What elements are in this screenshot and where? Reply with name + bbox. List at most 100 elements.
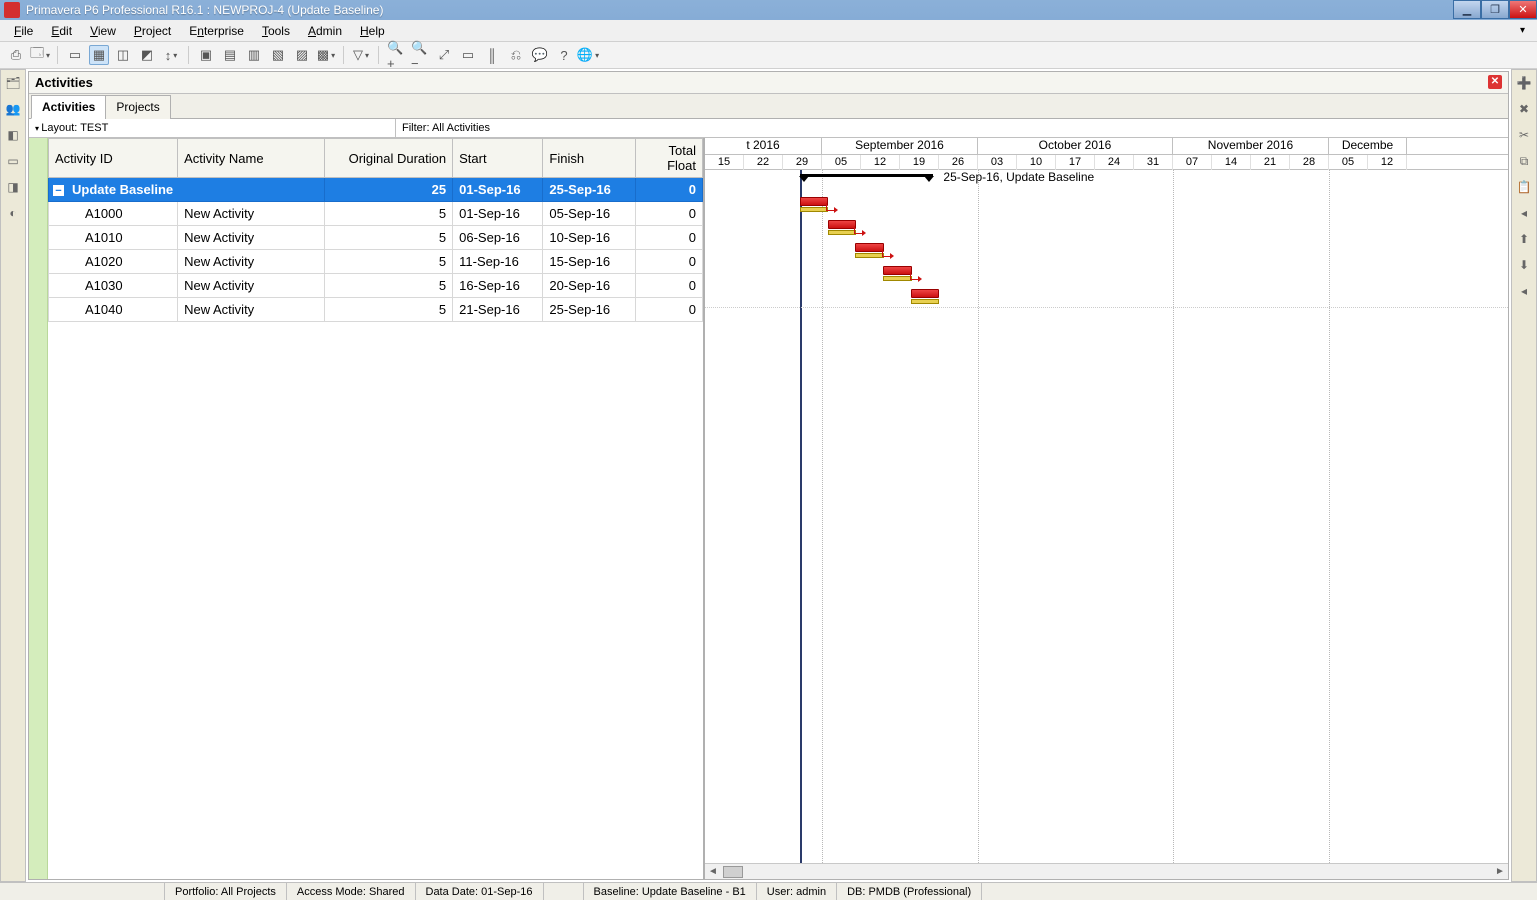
gantt-link-icon xyxy=(826,203,834,211)
gantt-summary-bar[interactable] xyxy=(800,174,934,177)
status-baseline: Baseline: Update Baseline - B1 xyxy=(584,883,757,900)
zoom-out-icon[interactable]: 🔍− xyxy=(410,45,430,65)
menu-overflow[interactable]: ▾ xyxy=(1514,25,1531,36)
rail-copy-icon[interactable]: ⧉ xyxy=(1515,152,1533,170)
table-row[interactable]: A1010New Activity506-Sep-1610-Sep-160 xyxy=(49,226,703,250)
menu-admin[interactable]: Admin xyxy=(300,22,350,40)
menu-project[interactable]: Project xyxy=(126,22,179,40)
group-row[interactable]: −Update Baseline2501-Sep-1625-Sep-160 xyxy=(49,178,703,202)
menu-help[interactable]: Help xyxy=(352,22,393,40)
publish-icon[interactable]: ▨ xyxy=(292,45,312,65)
zoom-fit-icon[interactable]: ⤢ xyxy=(434,45,454,65)
gantt-link-icon xyxy=(882,249,890,257)
spotlight-icon[interactable]: 💬 xyxy=(530,45,550,65)
filter-icon[interactable]: ▽ xyxy=(351,45,371,65)
status-portfolio: Portfolio: All Projects xyxy=(165,883,287,900)
table-row[interactable]: A1030New Activity516-Sep-1620-Sep-160 xyxy=(49,274,703,298)
print-preview-icon[interactable]: 🗔 xyxy=(30,45,50,65)
gantt-body[interactable]: 25-Sep-16, Update Baseline xyxy=(705,170,1508,863)
col-finish[interactable]: Finish xyxy=(543,139,635,178)
left-rail: 🗂 👥 ◧ ▭ ◨ ◐ xyxy=(0,69,26,882)
layout-gantt-icon[interactable]: ◫ xyxy=(113,45,133,65)
rail-expand2-icon[interactable]: ◂ xyxy=(1515,282,1533,300)
menu-file[interactable]: File xyxy=(6,22,41,40)
gantt-bar[interactable] xyxy=(883,266,911,275)
menu-enterprise[interactable]: Enterprise xyxy=(181,22,252,40)
rail-projects-icon[interactable]: 🗂 xyxy=(4,74,22,92)
col-start[interactable]: Start xyxy=(453,139,543,178)
store-period-icon[interactable]: ▩ xyxy=(316,45,336,65)
reflect-icon[interactable]: ▧ xyxy=(268,45,288,65)
gantt-bar[interactable] xyxy=(855,243,883,252)
col-total-float[interactable]: Total Float xyxy=(635,139,702,178)
col-activity-id[interactable]: Activity ID xyxy=(49,139,178,178)
level-icon[interactable]: ▤ xyxy=(220,45,240,65)
rail-paste-icon[interactable]: 📋 xyxy=(1515,178,1533,196)
layout-activity-icon[interactable]: ▦ xyxy=(89,45,109,65)
relationships-icon[interactable]: ⎌ xyxy=(506,45,526,65)
print-icon[interactable]: ⎙ xyxy=(6,45,26,65)
rail-moveup-icon[interactable]: ⬆ xyxy=(1515,230,1533,248)
gantt-bar[interactable] xyxy=(911,289,939,298)
rail-cut-icon[interactable]: ✂ xyxy=(1515,126,1533,144)
gantt-link-icon xyxy=(854,226,862,234)
gantt-baseline-bar xyxy=(828,230,856,235)
recalc-icon[interactable]: ▥ xyxy=(244,45,264,65)
schedule-icon[interactable]: ▣ xyxy=(196,45,216,65)
close-button[interactable]: ✕ xyxy=(1509,0,1537,19)
rail-delete-icon[interactable]: ✖ xyxy=(1515,100,1533,118)
tab-projects[interactable]: Projects xyxy=(105,95,170,119)
zoom-in-icon[interactable]: 🔍+ xyxy=(386,45,406,65)
minimize-button[interactable]: ▁ xyxy=(1453,0,1481,19)
rail-assignments-icon[interactable]: ◨ xyxy=(4,178,22,196)
scroll-thumb[interactable] xyxy=(723,866,743,878)
table-header-row: Activity ID Activity Name Original Durat… xyxy=(49,139,703,178)
status-user: User: admin xyxy=(757,883,837,900)
panel-title: Activities xyxy=(35,75,93,90)
window-title: Primavera P6 Professional R16.1 : NEWPRO… xyxy=(24,3,1453,17)
rail-risks-icon[interactable]: ◐ xyxy=(4,204,22,222)
scroll-left-icon[interactable]: ◄ xyxy=(705,866,721,877)
gantt-bar[interactable] xyxy=(800,197,828,206)
gantt-summary-label: 25-Sep-16, Update Baseline xyxy=(943,170,1094,184)
col-original-duration[interactable]: Original Duration xyxy=(325,139,453,178)
layout-trace-icon[interactable]: ◩ xyxy=(137,45,157,65)
panel-close-icon[interactable]: ✕ xyxy=(1488,75,1502,89)
sight-lines-icon[interactable]: ║ xyxy=(482,45,502,65)
table-row[interactable]: A1040New Activity521-Sep-1625-Sep-160 xyxy=(49,298,703,322)
gantt-hscroll[interactable]: ◄ ► xyxy=(705,863,1508,879)
menu-view[interactable]: View xyxy=(82,22,124,40)
layout-dropdown-icon[interactable]: ↕ xyxy=(161,45,181,65)
table-row[interactable]: A1000New Activity501-Sep-1605-Sep-160 xyxy=(49,202,703,226)
rail-movedown-icon[interactable]: ⬇ xyxy=(1515,256,1533,274)
panel-header: Activities ✕ xyxy=(29,72,1508,94)
rail-add-icon[interactable]: ➕ xyxy=(1515,74,1533,92)
menu-tools[interactable]: Tools xyxy=(254,22,298,40)
help-icon[interactable]: ? xyxy=(554,45,574,65)
rail-wbs-icon[interactable]: ◧ xyxy=(4,126,22,144)
rail-expand-icon[interactable]: ◂ xyxy=(1515,204,1533,222)
status-datadate: Data Date: 01-Sep-16 xyxy=(416,883,544,900)
table-row[interactable]: A1020New Activity511-Sep-1615-Sep-160 xyxy=(49,250,703,274)
scroll-right-icon[interactable]: ► xyxy=(1492,866,1508,877)
col-activity-name[interactable]: Activity Name xyxy=(178,139,325,178)
gantt-baseline-bar xyxy=(883,276,911,281)
tab-bar: Activities Projects xyxy=(29,94,1508,119)
tab-activities[interactable]: Activities xyxy=(31,95,106,119)
rail-resources-icon[interactable]: 👥 xyxy=(4,100,22,118)
window-titlebar: Primavera P6 Professional R16.1 : NEWPRO… xyxy=(0,0,1537,20)
menu-edit[interactable]: Edit xyxy=(43,22,80,40)
menu-bar: File Edit View Project Enterprise Tools … xyxy=(0,20,1537,42)
refresh-icon[interactable]: 🌐 xyxy=(578,45,598,65)
gantt-link-icon xyxy=(910,272,918,280)
rail-activities-icon[interactable]: ▭ xyxy=(4,152,22,170)
gantt-chart[interactable]: t 2016September 2016October 2016November… xyxy=(705,138,1508,879)
maximize-button[interactable]: ❐ xyxy=(1481,0,1509,19)
gantt-bar[interactable] xyxy=(828,220,856,229)
activity-grid: Activity ID Activity Name Original Durat… xyxy=(29,138,705,879)
layout-open-icon[interactable]: ▭ xyxy=(65,45,85,65)
layout-selector[interactable]: Layout: TEST xyxy=(29,119,396,137)
progress-line-icon[interactable]: ▭ xyxy=(458,45,478,65)
grid-indent-strip xyxy=(29,138,48,879)
subheader: Layout: TEST Filter: All Activities xyxy=(29,119,1508,138)
